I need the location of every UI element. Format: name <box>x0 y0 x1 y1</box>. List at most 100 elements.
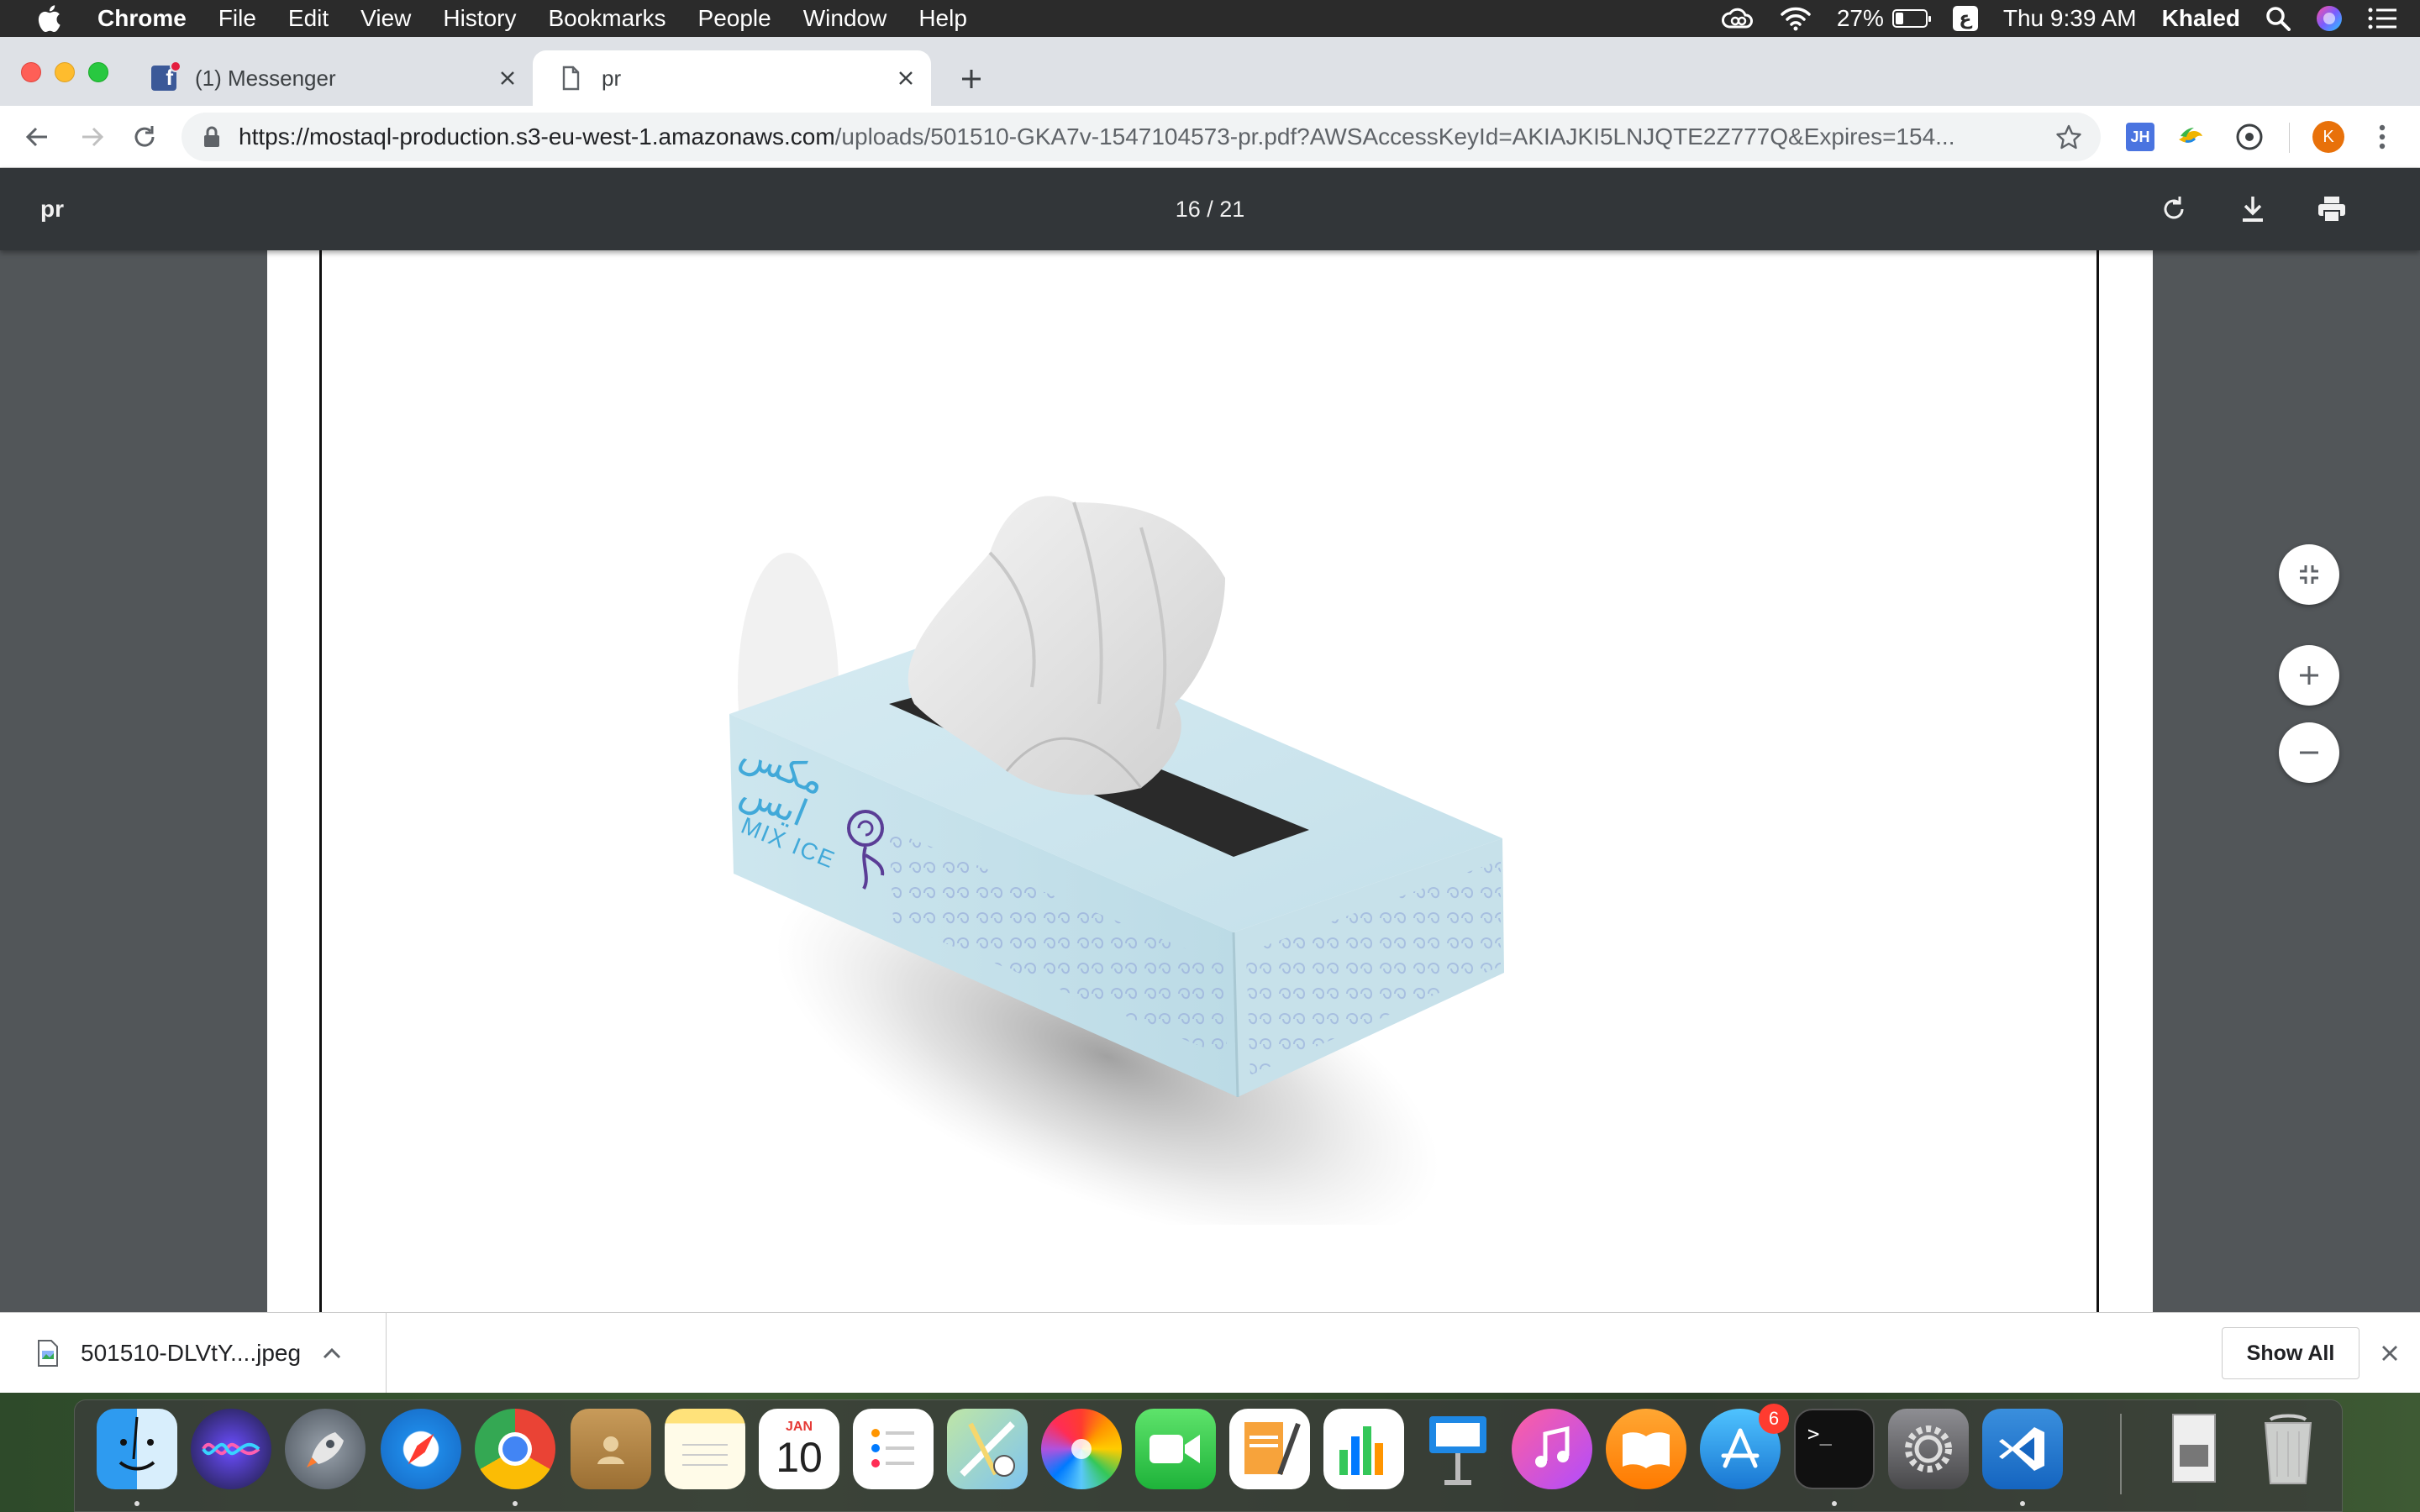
lock-icon[interactable] <box>200 125 224 149</box>
notes-icon[interactable] <box>665 1409 745 1489</box>
tissue-box-image: مكس ايس MIX ICE <box>729 496 1504 1225</box>
maps-icon[interactable] <box>947 1409 1028 1489</box>
rotate-icon[interactable] <box>2153 188 2195 230</box>
battery-percent: 27% <box>1836 5 1884 31</box>
menu-bar-clock[interactable]: Thu 9:39 AM <box>2003 5 2137 32</box>
facebook-favicon-icon: f <box>151 60 182 91</box>
extension-jh-icon[interactable]: JH <box>2126 123 2154 151</box>
running-indicator <box>2020 1501 2025 1506</box>
facetime-icon[interactable] <box>1135 1409 1216 1489</box>
chrome-app-icon[interactable] <box>475 1409 555 1489</box>
menu-history[interactable]: History <box>427 5 532 32</box>
pdf-document-area[interactable]: مكس ايس MIX ICE <box>0 250 2420 1312</box>
notification-center-icon[interactable] <box>2368 7 2396 30</box>
notification-dot <box>170 60 182 72</box>
chevron-up-icon[interactable] <box>319 1341 345 1366</box>
close-download-bar-icon[interactable] <box>2373 1336 2407 1370</box>
menu-bookmarks[interactable]: Bookmarks <box>532 5 681 32</box>
menu-window[interactable]: Window <box>787 5 903 32</box>
downloads-stack-icon[interactable] <box>2154 1409 2234 1489</box>
document-favicon-icon <box>558 66 583 91</box>
running-indicator <box>513 1501 518 1506</box>
address-bar[interactable]: https://mostaql-production.s3-eu-west-1.… <box>182 113 2101 161</box>
battery-status[interactable]: 27% <box>1836 5 1931 32</box>
pdf-title: pr <box>40 196 64 222</box>
menu-app-chrome[interactable]: Chrome <box>91 5 203 32</box>
extension-circle-icon[interactable] <box>2233 121 2265 153</box>
chrome-toolbar: https://mostaql-production.s3-eu-west-1.… <box>0 106 2420 168</box>
menu-file[interactable]: File <box>203 5 272 32</box>
calendar-month: JAN <box>785 1420 813 1434</box>
photos-icon[interactable] <box>1041 1409 1122 1489</box>
zoom-in-button[interactable] <box>2279 645 2339 706</box>
app-store-update-badge: 6 <box>1759 1404 1789 1434</box>
menu-bar-user[interactable]: Khaled <box>2162 5 2240 32</box>
print-icon[interactable] <box>2311 188 2353 230</box>
trash-icon[interactable] <box>2248 1409 2328 1489</box>
vscode-icon[interactable] <box>1982 1409 2063 1489</box>
pages-icon[interactable] <box>1229 1409 1310 1489</box>
show-all-button[interactable]: Show All <box>2222 1327 2360 1379</box>
menu-bar-status-area: 27% ع Thu 9:39 AM Khaled <box>1721 0 2396 37</box>
calendar-icon[interactable]: JAN 10 <box>759 1409 839 1489</box>
page-border-left <box>319 250 322 1312</box>
macos-menu-bar: Chrome File Edit View History Bookmarks … <box>0 0 2420 37</box>
url-text[interactable]: https://mostaql-production.s3-eu-west-1.… <box>239 123 2052 150</box>
launchpad-rocket-icon[interactable] <box>285 1409 366 1489</box>
download-icon[interactable] <box>2232 188 2274 230</box>
menu-view[interactable]: View <box>345 5 427 32</box>
toolbar-divider <box>2289 123 2290 153</box>
spotlight-search-icon[interactable] <box>2265 6 2291 31</box>
siri-icon[interactable] <box>2316 5 2343 32</box>
extension-bird-icon[interactable] <box>2175 121 2207 153</box>
url-host: https://mostaql-production.s3-eu-west-1.… <box>239 123 835 150</box>
menu-people[interactable]: People <box>682 5 787 32</box>
safari-compass-icon[interactable] <box>381 1409 461 1489</box>
download-shelf: 501510-DLVtY....jpeg Show All <box>0 1312 2420 1394</box>
siri-icon[interactable] <box>191 1409 271 1489</box>
tab-title: pr <box>602 65 622 91</box>
running-indicator <box>134 1501 139 1506</box>
terminal-prompt: >_ <box>1807 1422 1832 1446</box>
window-zoom-button[interactable] <box>88 62 108 82</box>
contacts-book-icon[interactable] <box>571 1409 651 1489</box>
forward-arrow-icon[interactable] <box>74 118 111 155</box>
menu-edit[interactable]: Edit <box>272 5 345 32</box>
terminal-icon[interactable]: >_ <box>1794 1409 1875 1489</box>
system-preferences-gear-icon[interactable] <box>1888 1409 1969 1489</box>
pdf-page: مكس ايس MIX ICE <box>267 250 2153 1312</box>
fit-to-page-button[interactable] <box>2279 544 2339 605</box>
window-close-button[interactable] <box>21 62 41 82</box>
books-icon[interactable] <box>1606 1409 1686 1489</box>
tab-close-icon[interactable] <box>889 61 923 95</box>
calendar-day: 10 <box>776 1434 823 1481</box>
input-source-icon[interactable]: ع <box>1952 6 1978 31</box>
numbers-chart-icon[interactable] <box>1323 1409 1404 1489</box>
tab-messenger[interactable]: f (1) Messenger <box>131 50 533 106</box>
tab-title: (1) Messenger <box>195 65 336 91</box>
image-file-icon <box>37 1339 59 1368</box>
apple-menu-icon[interactable] <box>32 0 66 37</box>
wifi-icon[interactable] <box>1780 6 1812 31</box>
back-arrow-icon[interactable] <box>18 118 55 155</box>
tab-pdf[interactable]: pr <box>533 50 931 106</box>
zoom-out-button[interactable] <box>2279 722 2339 783</box>
macos-dock: JAN 10 6 >_ <box>74 1399 2343 1512</box>
new-tab-plus-icon[interactable] <box>955 62 988 96</box>
bookmark-star-icon[interactable] <box>2052 120 2086 154</box>
itunes-music-icon[interactable] <box>1512 1409 1592 1489</box>
profile-avatar[interactable]: K <box>2312 121 2344 153</box>
keynote-icon[interactable] <box>1418 1409 1498 1489</box>
download-filename: 501510-DLVtY....jpeg <box>81 1340 302 1366</box>
pdf-page-indicator[interactable]: 16 / 21 <box>1134 168 1286 250</box>
finder-icon[interactable] <box>97 1409 177 1489</box>
download-item[interactable]: 501510-DLVtY....jpeg <box>0 1313 387 1394</box>
battery-fill <box>1895 13 1904 24</box>
window-minimize-button[interactable] <box>55 62 75 82</box>
tab-close-icon[interactable] <box>491 61 524 95</box>
creative-cloud-icon[interactable] <box>1721 7 1754 30</box>
menu-help[interactable]: Help <box>902 5 983 32</box>
reload-icon[interactable] <box>126 118 163 155</box>
chrome-menu-icon[interactable] <box>2366 121 2398 153</box>
reminders-icon[interactable] <box>853 1409 934 1489</box>
